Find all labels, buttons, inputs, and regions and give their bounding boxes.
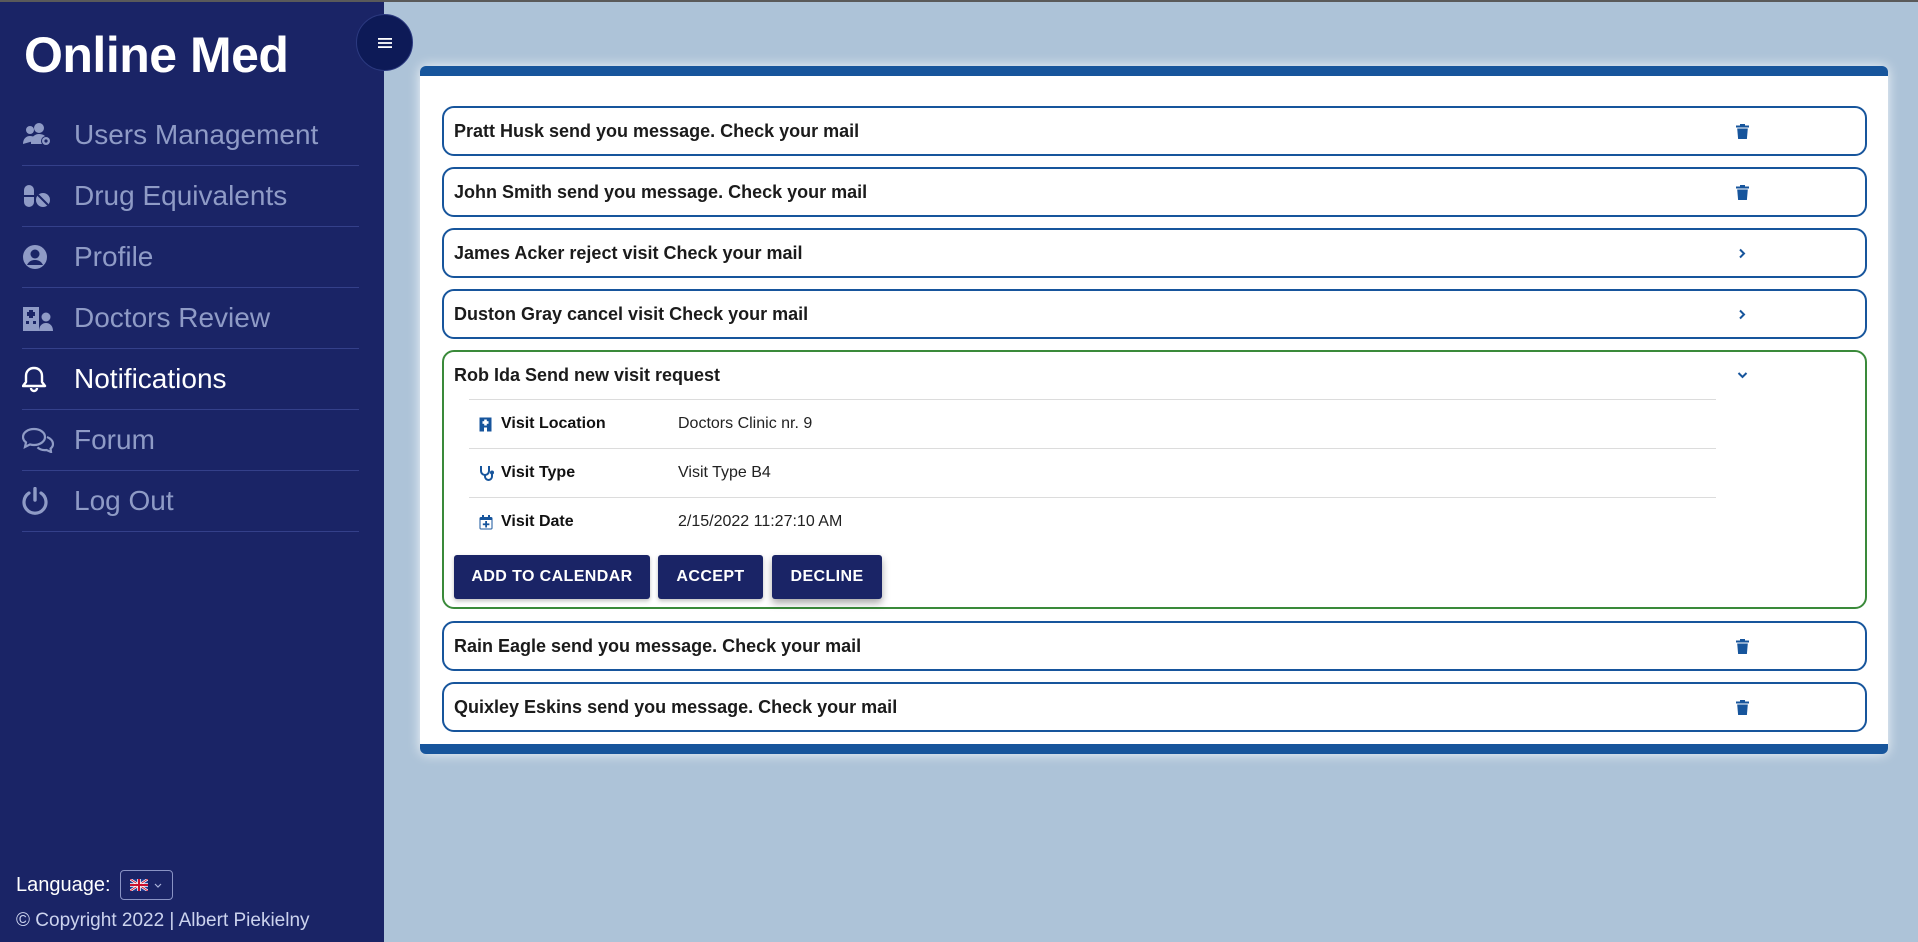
hospital-icon bbox=[479, 417, 501, 432]
sidebar-item-label: Profile bbox=[74, 241, 154, 272]
hospital-user-icon bbox=[22, 304, 74, 332]
menu-toggle-button[interactable] bbox=[356, 14, 413, 71]
visit-location-row: Visit Location Doctors Clinic nr. 9 bbox=[469, 399, 1716, 448]
notification-item[interactable]: Quixley Eskins send you message. Check y… bbox=[442, 682, 1867, 732]
accept-button[interactable]: ACCEPT bbox=[658, 555, 763, 599]
notification-text: Pratt Husk send you message. Check your … bbox=[454, 121, 860, 141]
sidebar-item-label: Doctors Review bbox=[74, 302, 271, 333]
sidebar-item-label: Forum bbox=[74, 424, 155, 455]
trash-icon[interactable] bbox=[1733, 183, 1751, 201]
sidebar-item-drug-equivalents[interactable]: Drug Equivalents bbox=[22, 166, 359, 227]
sidebar-item-label: Users Management bbox=[74, 119, 319, 150]
visit-type-value: Visit Type B4 bbox=[678, 464, 771, 481]
sidebar-item-label: Notifications bbox=[74, 363, 227, 394]
sidebar-item-label: Log Out bbox=[74, 485, 174, 516]
notification-text: Rob Ida Send new visit request bbox=[454, 365, 721, 385]
language-select[interactable] bbox=[119, 870, 173, 900]
visit-date-row: Visit Date 2/15/2022 11:27:10 AM bbox=[469, 497, 1716, 546]
notification-item[interactable]: John Smith send you message. Check your … bbox=[442, 167, 1867, 217]
chevron-down-icon[interactable] bbox=[1733, 366, 1751, 384]
sidebar-item-forum[interactable]: Forum bbox=[22, 410, 359, 471]
notifications-card: Pratt Husk send you message. Check your … bbox=[420, 66, 1888, 754]
notification-item[interactable]: Rain Eagle send you message. Check your … bbox=[442, 621, 1867, 671]
stethoscope-icon bbox=[479, 465, 501, 481]
notification-text: Quixley Eskins send you message. Check y… bbox=[454, 697, 898, 717]
notification-text: John Smith send you message. Check your … bbox=[454, 182, 868, 202]
notification-item[interactable]: Duston Gray cancel visit Check your mail bbox=[442, 289, 1867, 339]
sidebar-item-label: Drug Equivalents bbox=[74, 180, 288, 211]
sidebar: Online Med Users Management Drug Equival… bbox=[0, 2, 384, 942]
uk-flag-icon bbox=[130, 879, 149, 891]
bell-icon bbox=[22, 365, 74, 393]
pills-icon bbox=[22, 183, 74, 209]
decline-button[interactable]: DECLINE bbox=[772, 555, 882, 599]
chevron-right-icon[interactable] bbox=[1733, 244, 1751, 262]
hamburger-icon bbox=[377, 30, 393, 56]
notification-text: Rain Eagle send you message. Check your … bbox=[454, 636, 862, 656]
visit-location-label: Visit Location bbox=[501, 415, 606, 432]
notification-item[interactable]: Pratt Husk send you message. Check your … bbox=[442, 106, 1867, 156]
notification-item[interactable]: James Acker reject visit Check your mail bbox=[442, 228, 1867, 278]
language-label: Language: bbox=[16, 873, 111, 896]
visit-type-row: Visit Type Visit Type B4 bbox=[469, 448, 1716, 497]
sidebar-item-notifications[interactable]: Notifications bbox=[22, 349, 359, 410]
trash-icon[interactable] bbox=[1733, 698, 1751, 716]
copyright: © Copyright 2022 | Albert Piekielny bbox=[16, 910, 310, 931]
notification-item-expanded[interactable]: Rob Ida Send new visit request Visit Loc… bbox=[442, 350, 1867, 609]
calendar-plus-icon bbox=[479, 514, 501, 530]
visit-location-value: Doctors Clinic nr. 9 bbox=[678, 415, 813, 432]
sidebar-item-log-out[interactable]: Log Out bbox=[22, 471, 359, 532]
power-icon bbox=[22, 487, 74, 515]
add-to-calendar-button[interactable]: ADD TO CALENDAR bbox=[454, 555, 650, 599]
app-brand[interactable]: Online Med bbox=[24, 26, 289, 84]
trash-icon[interactable] bbox=[1733, 637, 1751, 655]
visit-date-label: Visit Date bbox=[501, 513, 574, 530]
sidebar-nav: Users Management Drug Equivalents Profil… bbox=[22, 105, 359, 532]
language-row: Language: bbox=[16, 870, 173, 900]
trash-icon[interactable] bbox=[1733, 122, 1751, 140]
sidebar-item-profile[interactable]: Profile bbox=[22, 227, 359, 288]
visit-date-value: 2/15/2022 11:27:10 AM bbox=[678, 513, 843, 530]
visit-type-label: Visit Type bbox=[501, 464, 576, 481]
sidebar-item-doctors-review[interactable]: Doctors Review bbox=[22, 288, 359, 349]
chevron-right-icon[interactable] bbox=[1733, 305, 1751, 323]
sidebar-item-users-management[interactable]: Users Management bbox=[22, 105, 359, 166]
user-circle-icon bbox=[22, 244, 74, 270]
notification-text: Duston Gray cancel visit Check your mail bbox=[454, 304, 809, 324]
comments-icon bbox=[22, 427, 74, 453]
chevron-down-icon bbox=[154, 878, 162, 892]
users-cog-icon bbox=[22, 122, 74, 148]
notification-text: James Acker reject visit Check your mail bbox=[454, 243, 803, 263]
